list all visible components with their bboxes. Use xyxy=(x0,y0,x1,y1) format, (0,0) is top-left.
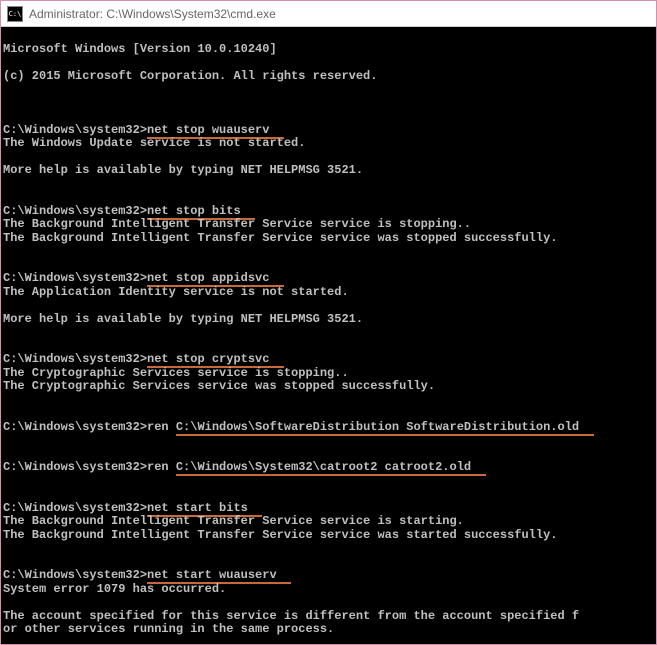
prompt-line: C:\Windows\system32>net stop appidsvc xyxy=(3,272,654,286)
output-line: The Cryptographic Services service was s… xyxy=(3,380,654,394)
command-text: C:\Windows\SoftwareDistribution Software… xyxy=(176,420,594,436)
version-line: Microsoft Windows [Version 10.0.10240] xyxy=(3,43,654,57)
output-line: The Background Intelligent Transfer Serv… xyxy=(3,232,654,246)
output-line xyxy=(3,151,654,165)
output-line: The Background Intelligent Transfer Serv… xyxy=(3,515,654,529)
prompt-line: C:\Windows\system32>ren C:\Windows\Syste… xyxy=(3,461,654,475)
prompt-line: C:\Windows\system32>net start bits xyxy=(3,502,654,516)
prompt-line: C:\Windows\system32>net start wuauserv xyxy=(3,569,654,583)
prompt-line: C:\Windows\system32>net stop cryptsvc xyxy=(3,353,654,367)
prompt: C:\Windows\system32> xyxy=(3,352,147,366)
output-line: More help is available by typing NET HEL… xyxy=(3,313,654,327)
prompt: C:\Windows\system32> xyxy=(3,568,147,582)
output-line: The Windows Update service is not starte… xyxy=(3,137,654,151)
prompt: C:\Windows\system32> xyxy=(3,501,147,515)
output-line: The Application Identity service is not … xyxy=(3,286,654,300)
output-line: The account specified for this service i… xyxy=(3,610,654,624)
output-line: The Background Intelligent Transfer Serv… xyxy=(3,529,654,543)
output-line: System error 1079 has occurred. xyxy=(3,583,654,597)
prompt: C:\Windows\system32> xyxy=(3,123,147,137)
cmd-icon: C:\ xyxy=(7,6,23,22)
window-title-bar: C:\ Administrator: C:\Windows\System32\c… xyxy=(1,1,656,27)
copyright-line: (c) 2015 Microsoft Corporation. All righ… xyxy=(3,70,654,84)
window-title: Administrator: C:\Windows\System32\cmd.e… xyxy=(29,7,276,21)
output-line: The Background Intelligent Transfer Serv… xyxy=(3,218,654,232)
output-line: More help is available by typing NET HEL… xyxy=(3,164,654,178)
prompt: C:\Windows\system32> xyxy=(3,420,147,434)
output-line xyxy=(3,596,654,610)
output-line: The Cryptographic Services service is st… xyxy=(3,367,654,381)
command-prefix: ren xyxy=(147,460,176,474)
terminal-area[interactable]: Microsoft Windows [Version 10.0.10240] (… xyxy=(1,27,656,644)
prompt: C:\Windows\system32> xyxy=(3,460,147,474)
terminal-content: C:\Windows\system32>net stop wuauserv Th… xyxy=(3,124,654,645)
prompt-line: C:\Windows\system32>net stop wuauserv xyxy=(3,124,654,138)
command-prefix: ren xyxy=(147,420,176,434)
prompt-line: C:\Windows\system32>net stop bits xyxy=(3,205,654,219)
prompt: C:\Windows\system32> xyxy=(3,204,147,218)
command-text: C:\Windows\System32\catroot2 catroot2.ol… xyxy=(176,460,486,476)
prompt-line: C:\Windows\system32>ren C:\Windows\Softw… xyxy=(3,421,654,435)
prompt: C:\Windows\system32> xyxy=(3,271,147,285)
output-line: or other services running in the same pr… xyxy=(3,623,654,637)
output-line xyxy=(3,299,654,313)
